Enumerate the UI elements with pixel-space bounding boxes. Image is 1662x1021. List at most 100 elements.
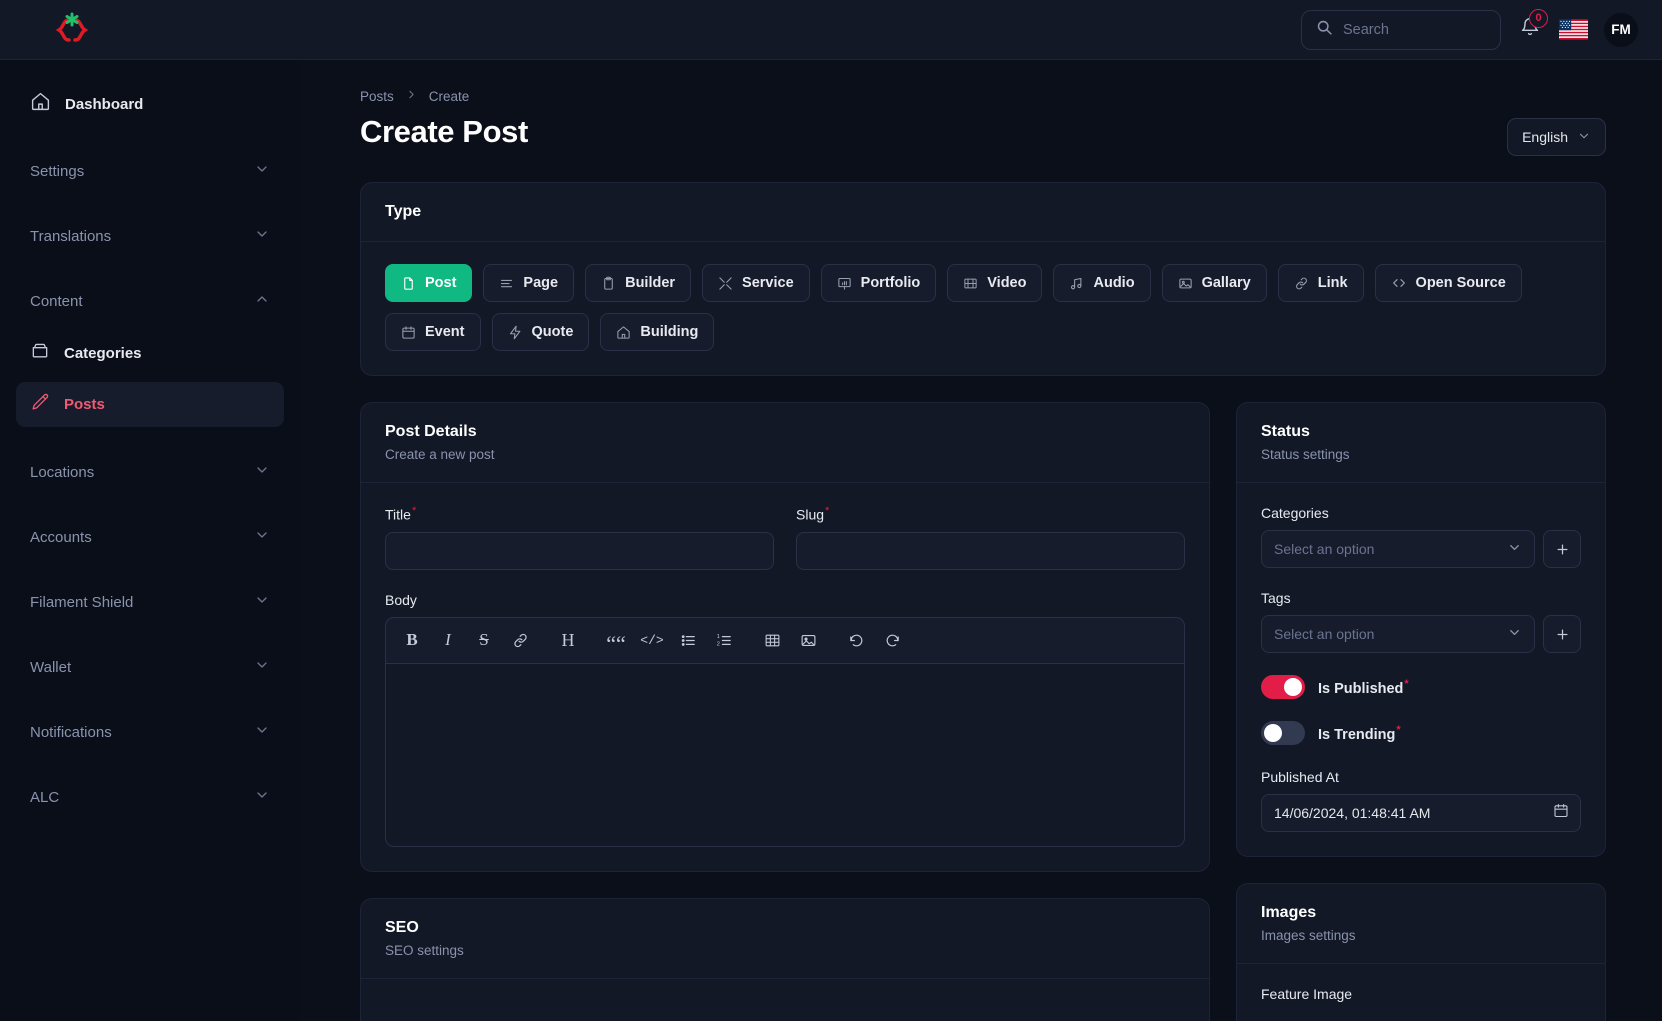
status-card: Status Status settings Categories Select… bbox=[1236, 402, 1606, 857]
film-icon bbox=[963, 276, 978, 291]
breadcrumb-item-posts[interactable]: Posts bbox=[360, 89, 394, 104]
undo-icon[interactable] bbox=[840, 624, 872, 656]
top-bar: 0 FM bbox=[0, 0, 1662, 60]
search-input[interactable] bbox=[1343, 21, 1486, 38]
type-option-page[interactable]: Page bbox=[483, 264, 575, 302]
slug-input[interactable] bbox=[796, 531, 1185, 570]
status-card-subtitle: Status settings bbox=[1261, 447, 1350, 462]
sidebar-item-posts[interactable]: Posts bbox=[16, 382, 284, 427]
images-card-title: Images bbox=[1261, 904, 1317, 921]
archive-icon bbox=[30, 341, 50, 366]
type-option-event[interactable]: Event bbox=[385, 313, 481, 351]
blockquote-icon[interactable]: ““ bbox=[600, 624, 632, 656]
add-category-button[interactable] bbox=[1543, 530, 1581, 568]
sidebar-group-notifications[interactable]: Notifications bbox=[16, 713, 284, 752]
required-marker: * bbox=[1404, 677, 1409, 690]
is-published-label-text: Is Published bbox=[1318, 680, 1404, 697]
redo-icon[interactable] bbox=[876, 624, 908, 656]
notifications-button[interactable]: 0 bbox=[1517, 8, 1548, 45]
avatar[interactable]: FM bbox=[1604, 12, 1638, 47]
sidebar-group-label: Settings bbox=[30, 163, 85, 180]
bullet-list-icon[interactable] bbox=[672, 624, 704, 656]
editor-content-area[interactable] bbox=[386, 663, 1184, 846]
sidebar-group-alc[interactable]: ALC bbox=[16, 778, 284, 817]
italic-icon[interactable]: I bbox=[432, 624, 464, 656]
ordered-list-icon[interactable]: 12 bbox=[708, 624, 740, 656]
sidebar-group-label: ALC bbox=[30, 789, 60, 806]
link-icon[interactable] bbox=[504, 624, 536, 656]
photo-icon bbox=[1178, 276, 1193, 291]
svg-text:1: 1 bbox=[716, 634, 719, 640]
type-option-building[interactable]: Building bbox=[600, 313, 715, 351]
language-select[interactable]: English bbox=[1507, 118, 1606, 156]
type-option-video[interactable]: Video bbox=[947, 264, 1043, 302]
tags-select[interactable]: Select an option bbox=[1261, 615, 1535, 653]
is-trending-label-text: Is Trending bbox=[1318, 726, 1396, 743]
toggle-knob bbox=[1284, 678, 1302, 696]
type-option-link[interactable]: Link bbox=[1277, 264, 1364, 302]
type-option-label: Audio bbox=[1093, 275, 1135, 291]
sidebar: Dashboard Settings Translations Content bbox=[0, 60, 300, 1021]
type-option-gallary[interactable]: Gallary bbox=[1161, 264, 1267, 302]
type-card: Type Post Page Builder Service Portfolio… bbox=[360, 182, 1606, 376]
code-icon bbox=[1391, 275, 1407, 291]
search-icon bbox=[1316, 19, 1333, 41]
type-card-title: Type bbox=[385, 203, 422, 220]
main-content: Posts Create Create Post English Type Po… bbox=[300, 60, 1662, 1021]
sidebar-group-content[interactable]: Content bbox=[16, 282, 284, 321]
type-option-service[interactable]: Service bbox=[702, 264, 810, 302]
sidebar-group-label: Accounts bbox=[30, 529, 92, 546]
page-header: Create Post English bbox=[360, 114, 1606, 156]
is-trending-toggle[interactable] bbox=[1261, 721, 1305, 745]
sidebar-item-dashboard[interactable]: Dashboard bbox=[16, 82, 284, 126]
heading-icon[interactable]: H bbox=[552, 624, 584, 656]
post-details-card: Post Details Create a new post Title* Sl… bbox=[360, 402, 1210, 872]
bold-icon[interactable]: B bbox=[396, 624, 428, 656]
us-flag-icon[interactable] bbox=[1559, 19, 1588, 40]
categories-row: Select an option bbox=[1261, 530, 1581, 568]
sidebar-group-translations[interactable]: Translations bbox=[16, 217, 284, 256]
is-published-label: Is Published* bbox=[1318, 678, 1409, 697]
home-icon bbox=[616, 325, 631, 340]
type-option-portfolio[interactable]: Portfolio bbox=[820, 264, 937, 302]
type-option-post[interactable]: Post bbox=[385, 264, 473, 302]
image-icon[interactable] bbox=[792, 624, 824, 656]
type-option-label: Open Source bbox=[1415, 275, 1506, 291]
status-card-title: Status bbox=[1261, 423, 1310, 440]
table-icon[interactable] bbox=[756, 624, 788, 656]
code-block-icon[interactable]: </> bbox=[636, 624, 668, 656]
seo-card: SEO SEO settings bbox=[360, 897, 1210, 1021]
sidebar-group-wallet[interactable]: Wallet bbox=[16, 648, 284, 687]
toggle-knob bbox=[1264, 724, 1282, 742]
type-option-label: Post bbox=[425, 275, 457, 291]
title-input[interactable] bbox=[385, 531, 774, 570]
chevron-down-icon bbox=[254, 161, 270, 182]
search-box[interactable] bbox=[1301, 9, 1501, 50]
sidebar-group-locations[interactable]: Locations bbox=[16, 453, 284, 492]
bolt-icon bbox=[508, 325, 523, 340]
sidebar-item-categories[interactable]: Categories bbox=[16, 331, 284, 376]
title-slug-row: Title* Slug* bbox=[385, 505, 1185, 570]
categories-select[interactable]: Select an option bbox=[1261, 530, 1535, 568]
add-tag-button[interactable] bbox=[1543, 615, 1581, 653]
type-option-audio[interactable]: Audio bbox=[1053, 264, 1151, 302]
music-note-icon bbox=[1069, 276, 1084, 291]
editor-toolbar: B I S H ““ </> 1 2 bbox=[386, 618, 1184, 664]
required-marker: * bbox=[1396, 723, 1401, 736]
home-icon bbox=[30, 91, 51, 117]
type-option-label: Page bbox=[523, 275, 559, 291]
is-published-toggle[interactable] bbox=[1261, 675, 1305, 699]
type-option-quote[interactable]: Quote bbox=[491, 313, 590, 351]
chevron-down-icon bbox=[254, 657, 270, 678]
published-at-input[interactable] bbox=[1261, 794, 1581, 832]
sidebar-group-settings[interactable]: Settings bbox=[16, 152, 284, 191]
strikethrough-icon[interactable]: S bbox=[468, 624, 500, 656]
type-option-open-source[interactable]: Open Source bbox=[1374, 264, 1522, 302]
breadcrumb-item-create[interactable]: Create bbox=[429, 89, 470, 104]
images-card-header: Images Images settings bbox=[1237, 884, 1605, 964]
chevron-right-icon bbox=[405, 88, 418, 104]
sidebar-group-filament-shield[interactable]: Filament Shield bbox=[16, 583, 284, 622]
braces-asterisk-logo[interactable] bbox=[44, 10, 100, 50]
sidebar-group-accounts[interactable]: Accounts bbox=[16, 518, 284, 557]
type-option-builder[interactable]: Builder bbox=[585, 264, 692, 302]
